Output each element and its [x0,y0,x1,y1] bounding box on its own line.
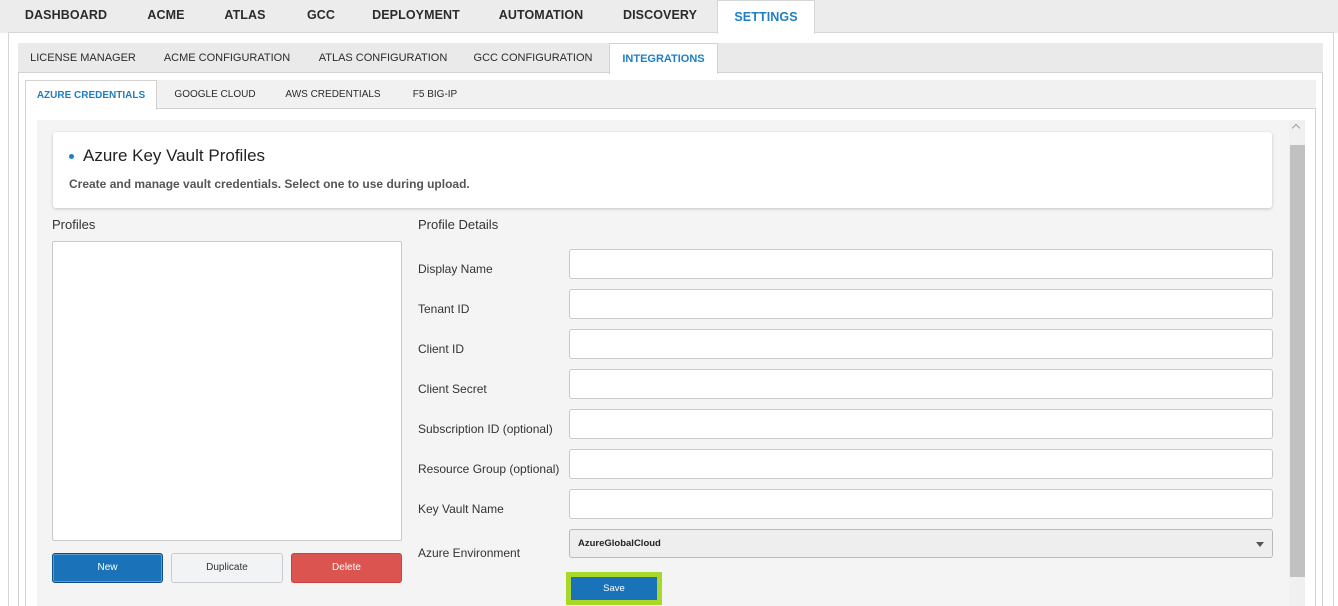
subscription-id-input[interactable] [569,409,1273,439]
tab-aws-credentials[interactable]: AWS CREDENTIALS [277,80,389,109]
client-id-label: Client ID [418,342,465,356]
resource-group-label: Resource Group (optional) [418,462,560,476]
delete-profile-button[interactable]: Delete [291,553,402,583]
bullet-icon [69,154,74,159]
settings-tabs: LICENSE MANAGER ACME CONFIGURATION ATLAS… [18,43,1323,74]
tab-integrations[interactable]: INTEGRATIONS [609,43,718,74]
profiles-heading: Profiles [52,217,96,232]
page-title: Azure Key Vault Profiles [83,146,266,165]
client-secret-input[interactable] [569,369,1273,399]
tab-acme-configuration[interactable]: ACME CONFIGURATION [158,43,296,73]
nav-tab-dashboard[interactable]: DASHBOARD [14,0,118,31]
azure-environment-value: AzureGlobalCloud [578,538,661,549]
subscription-id-label: Subscription ID (optional) [418,422,553,436]
display-name-input[interactable] [569,249,1273,279]
save-highlight: Save [566,572,662,605]
tenant-id-input[interactable] [569,289,1273,319]
client-id-input[interactable] [569,329,1273,359]
tab-gcc-configuration[interactable]: GCC CONFIGURATION [468,43,598,73]
tab-azure-credentials[interactable]: AZURE CREDENTIALS [25,80,157,110]
chevron-down-icon [1256,542,1264,547]
profile-details-heading: Profile Details [418,217,499,232]
nav-tab-gcc[interactable]: GCC [292,0,350,31]
client-secret-label: Client Secret [418,382,487,396]
nav-tab-atlas[interactable]: ATLAS [214,0,276,31]
nav-tab-discovery[interactable]: DISCOVERY [612,0,708,31]
azure-environment-select[interactable]: AzureGlobalCloud [569,529,1273,558]
nav-tab-acme[interactable]: ACME [132,0,200,31]
resource-group-input[interactable] [569,449,1273,479]
tab-google-cloud[interactable]: GOOGLE CLOUD [165,80,265,109]
page-description: Create and manage vault credentials. Sel… [69,177,470,191]
key-vault-name-label: Key Vault Name [418,502,504,516]
scrollbar-thumb[interactable] [1290,145,1305,577]
integration-tabs: AZURE CREDENTIALS GOOGLE CLOUD AWS CREDE… [25,80,1316,110]
tenant-id-label: Tenant ID [418,302,470,316]
tab-atlas-configuration[interactable]: ATLAS CONFIGURATION [310,43,456,73]
scroll-up-arrow-icon[interactable] [1291,122,1303,136]
duplicate-profile-button[interactable]: Duplicate [171,553,283,583]
key-vault-name-input[interactable] [569,489,1273,519]
nav-tab-deployment[interactable]: DEPLOYMENT [364,0,468,31]
tab-f5-big-ip[interactable]: F5 BIG-IP [401,80,469,109]
display-name-label: Display Name [418,262,493,276]
nav-tab-settings[interactable]: SETTINGS [717,0,815,34]
nav-tab-automation[interactable]: AUTOMATION [486,0,596,31]
azure-environment-label: Azure Environment [418,546,521,560]
tab-license-manager[interactable]: LICENSE MANAGER [22,43,144,73]
top-nav: DASHBOARD ACME ATLAS GCC DEPLOYMENT AUTO… [0,0,1338,34]
profiles-list[interactable] [52,241,402,541]
new-profile-button[interactable]: New [52,553,163,583]
header-card: Azure Key Vault Profiles Create and mana… [53,132,1272,208]
save-button[interactable]: Save [571,577,657,600]
